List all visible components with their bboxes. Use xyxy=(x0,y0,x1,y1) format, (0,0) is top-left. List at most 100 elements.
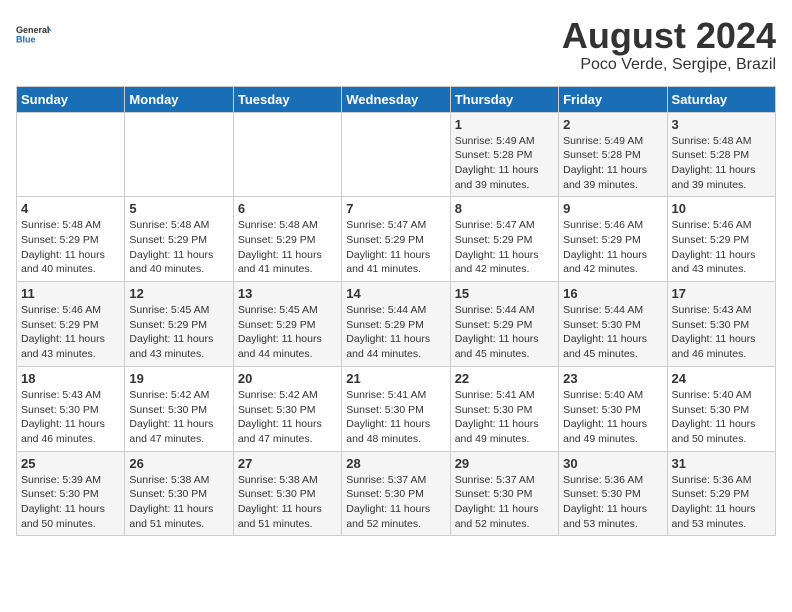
header: General Blue August 2024 Poco Verde, Ser… xyxy=(16,16,776,74)
day-info: Sunrise: 5:44 AM Sunset: 5:29 PM Dayligh… xyxy=(346,303,445,362)
day-info: Sunrise: 5:42 AM Sunset: 5:30 PM Dayligh… xyxy=(238,388,337,447)
day-info: Sunrise: 5:48 AM Sunset: 5:28 PM Dayligh… xyxy=(672,134,771,193)
calendar-cell xyxy=(342,112,450,197)
calendar-cell: 19 Sunrise: 5:42 AM Sunset: 5:30 PM Dayli… xyxy=(125,366,233,451)
calendar-cell: 7 Sunrise: 5:47 AM Sunset: 5:29 PM Daylig… xyxy=(342,197,450,282)
calendar-cell: 8 Sunrise: 5:47 AM Sunset: 5:29 PM Daylig… xyxy=(450,197,558,282)
day-number: 7 xyxy=(346,201,445,216)
calendar-table: SundayMondayTuesdayWednesdayThursdayFrid… xyxy=(16,86,776,537)
day-number: 4 xyxy=(21,201,120,216)
calendar-cell: 4 Sunrise: 5:48 AM Sunset: 5:29 PM Daylig… xyxy=(17,197,125,282)
day-number: 21 xyxy=(346,371,445,386)
calendar-cell: 27 Sunrise: 5:38 AM Sunset: 5:30 PM Dayli… xyxy=(233,451,341,536)
day-number: 11 xyxy=(21,286,120,301)
calendar-week-row: 18 Sunrise: 5:43 AM Sunset: 5:30 PM Dayli… xyxy=(17,366,776,451)
dow-header: Saturday xyxy=(667,86,775,112)
calendar-cell: 22 Sunrise: 5:41 AM Sunset: 5:30 PM Dayli… xyxy=(450,366,558,451)
day-info: Sunrise: 5:47 AM Sunset: 5:29 PM Dayligh… xyxy=(346,218,445,277)
day-info: Sunrise: 5:41 AM Sunset: 5:30 PM Dayligh… xyxy=(455,388,554,447)
day-info: Sunrise: 5:37 AM Sunset: 5:30 PM Dayligh… xyxy=(455,473,554,532)
day-number: 24 xyxy=(672,371,771,386)
day-number: 2 xyxy=(563,117,662,132)
day-number: 3 xyxy=(672,117,771,132)
day-info: Sunrise: 5:49 AM Sunset: 5:28 PM Dayligh… xyxy=(563,134,662,193)
day-number: 16 xyxy=(563,286,662,301)
dow-header: Monday xyxy=(125,86,233,112)
calendar-cell: 9 Sunrise: 5:46 AM Sunset: 5:29 PM Daylig… xyxy=(559,197,667,282)
day-info: Sunrise: 5:38 AM Sunset: 5:30 PM Dayligh… xyxy=(129,473,228,532)
day-number: 8 xyxy=(455,201,554,216)
svg-text:General: General xyxy=(16,25,50,35)
calendar-cell: 20 Sunrise: 5:42 AM Sunset: 5:30 PM Dayli… xyxy=(233,366,341,451)
calendar-cell: 31 Sunrise: 5:36 AM Sunset: 5:29 PM Dayli… xyxy=(667,451,775,536)
day-number: 26 xyxy=(129,456,228,471)
day-info: Sunrise: 5:49 AM Sunset: 5:28 PM Dayligh… xyxy=(455,134,554,193)
title-area: August 2024 Poco Verde, Sergipe, Brazil xyxy=(562,16,776,74)
day-info: Sunrise: 5:46 AM Sunset: 5:29 PM Dayligh… xyxy=(563,218,662,277)
calendar-cell: 25Sunrise: 5:39 AM Sunset: 5:30 PM Dayli… xyxy=(17,451,125,536)
calendar-week-row: 25Sunrise: 5:39 AM Sunset: 5:30 PM Dayli… xyxy=(17,451,776,536)
day-info: Sunrise: 5:36 AM Sunset: 5:29 PM Dayligh… xyxy=(672,473,771,532)
day-number: 27 xyxy=(238,456,337,471)
calendar-cell: 21 Sunrise: 5:41 AM Sunset: 5:30 PM Dayli… xyxy=(342,366,450,451)
calendar-cell: 28 Sunrise: 5:37 AM Sunset: 5:30 PM Dayli… xyxy=(342,451,450,536)
day-number: 20 xyxy=(238,371,337,386)
calendar-cell xyxy=(17,112,125,197)
day-info: Sunrise: 5:40 AM Sunset: 5:30 PM Dayligh… xyxy=(672,388,771,447)
day-number: 18 xyxy=(21,371,120,386)
day-number: 13 xyxy=(238,286,337,301)
day-info: Sunrise: 5:36 AM Sunset: 5:30 PM Dayligh… xyxy=(563,473,662,532)
day-info: Sunrise: 5:41 AM Sunset: 5:30 PM Dayligh… xyxy=(346,388,445,447)
day-info: Sunrise: 5:45 AM Sunset: 5:29 PM Dayligh… xyxy=(129,303,228,362)
dow-header: Thursday xyxy=(450,86,558,112)
day-number: 23 xyxy=(563,371,662,386)
day-info: Sunrise: 5:46 AM Sunset: 5:29 PM Dayligh… xyxy=(672,218,771,277)
calendar-cell: 26 Sunrise: 5:38 AM Sunset: 5:30 PM Dayli… xyxy=(125,451,233,536)
calendar-cell: 30 Sunrise: 5:36 AM Sunset: 5:30 PM Dayli… xyxy=(559,451,667,536)
calendar-week-row: 1Sunrise: 5:49 AM Sunset: 5:28 PM Daylig… xyxy=(17,112,776,197)
day-info: Sunrise: 5:45 AM Sunset: 5:29 PM Dayligh… xyxy=(238,303,337,362)
calendar-cell xyxy=(233,112,341,197)
day-info: Sunrise: 5:46 AM Sunset: 5:29 PM Dayligh… xyxy=(21,303,120,362)
dow-header: Wednesday xyxy=(342,86,450,112)
day-number: 19 xyxy=(129,371,228,386)
day-info: Sunrise: 5:38 AM Sunset: 5:30 PM Dayligh… xyxy=(238,473,337,532)
day-number: 9 xyxy=(563,201,662,216)
calendar-cell: 1Sunrise: 5:49 AM Sunset: 5:28 PM Daylig… xyxy=(450,112,558,197)
day-number: 25 xyxy=(21,456,120,471)
svg-text:Blue: Blue xyxy=(16,34,36,44)
day-info: Sunrise: 5:43 AM Sunset: 5:30 PM Dayligh… xyxy=(21,388,120,447)
sub-title: Poco Verde, Sergipe, Brazil xyxy=(562,56,776,74)
day-number: 31 xyxy=(672,456,771,471)
day-number: 30 xyxy=(563,456,662,471)
logo-svg: General Blue xyxy=(16,16,52,52)
day-info: Sunrise: 5:37 AM Sunset: 5:30 PM Dayligh… xyxy=(346,473,445,532)
day-info: Sunrise: 5:47 AM Sunset: 5:29 PM Dayligh… xyxy=(455,218,554,277)
calendar-cell: 14Sunrise: 5:44 AM Sunset: 5:29 PM Dayli… xyxy=(342,282,450,367)
dow-header: Tuesday xyxy=(233,86,341,112)
calendar-week-row: 4 Sunrise: 5:48 AM Sunset: 5:29 PM Daylig… xyxy=(17,197,776,282)
main-title: August 2024 xyxy=(562,16,776,56)
day-info: Sunrise: 5:44 AM Sunset: 5:29 PM Dayligh… xyxy=(455,303,554,362)
calendar-cell: 29Sunrise: 5:37 AM Sunset: 5:30 PM Dayli… xyxy=(450,451,558,536)
calendar-cell: 6Sunrise: 5:48 AM Sunset: 5:29 PM Daylig… xyxy=(233,197,341,282)
calendar-cell xyxy=(125,112,233,197)
calendar-cell: 16Sunrise: 5:44 AM Sunset: 5:30 PM Dayli… xyxy=(559,282,667,367)
day-number: 22 xyxy=(455,371,554,386)
calendar-cell: 2 Sunrise: 5:49 AM Sunset: 5:28 PM Daylig… xyxy=(559,112,667,197)
day-info: Sunrise: 5:40 AM Sunset: 5:30 PM Dayligh… xyxy=(563,388,662,447)
day-number: 28 xyxy=(346,456,445,471)
day-info: Sunrise: 5:48 AM Sunset: 5:29 PM Dayligh… xyxy=(21,218,120,277)
day-info: Sunrise: 5:48 AM Sunset: 5:29 PM Dayligh… xyxy=(129,218,228,277)
calendar-body: 1Sunrise: 5:49 AM Sunset: 5:28 PM Daylig… xyxy=(17,112,776,536)
calendar-cell: 10Sunrise: 5:46 AM Sunset: 5:29 PM Dayli… xyxy=(667,197,775,282)
day-number: 5 xyxy=(129,201,228,216)
day-number: 15 xyxy=(455,286,554,301)
calendar-cell: 11 Sunrise: 5:46 AM Sunset: 5:29 PM Dayli… xyxy=(17,282,125,367)
calendar-cell: 15 Sunrise: 5:44 AM Sunset: 5:29 PM Dayli… xyxy=(450,282,558,367)
calendar-cell: 12Sunrise: 5:45 AM Sunset: 5:29 PM Dayli… xyxy=(125,282,233,367)
calendar-cell: 24 Sunrise: 5:40 AM Sunset: 5:30 PM Dayli… xyxy=(667,366,775,451)
calendar-cell: 3 Sunrise: 5:48 AM Sunset: 5:28 PM Daylig… xyxy=(667,112,775,197)
day-info: Sunrise: 5:42 AM Sunset: 5:30 PM Dayligh… xyxy=(129,388,228,447)
days-of-week-row: SundayMondayTuesdayWednesdayThursdayFrid… xyxy=(17,86,776,112)
